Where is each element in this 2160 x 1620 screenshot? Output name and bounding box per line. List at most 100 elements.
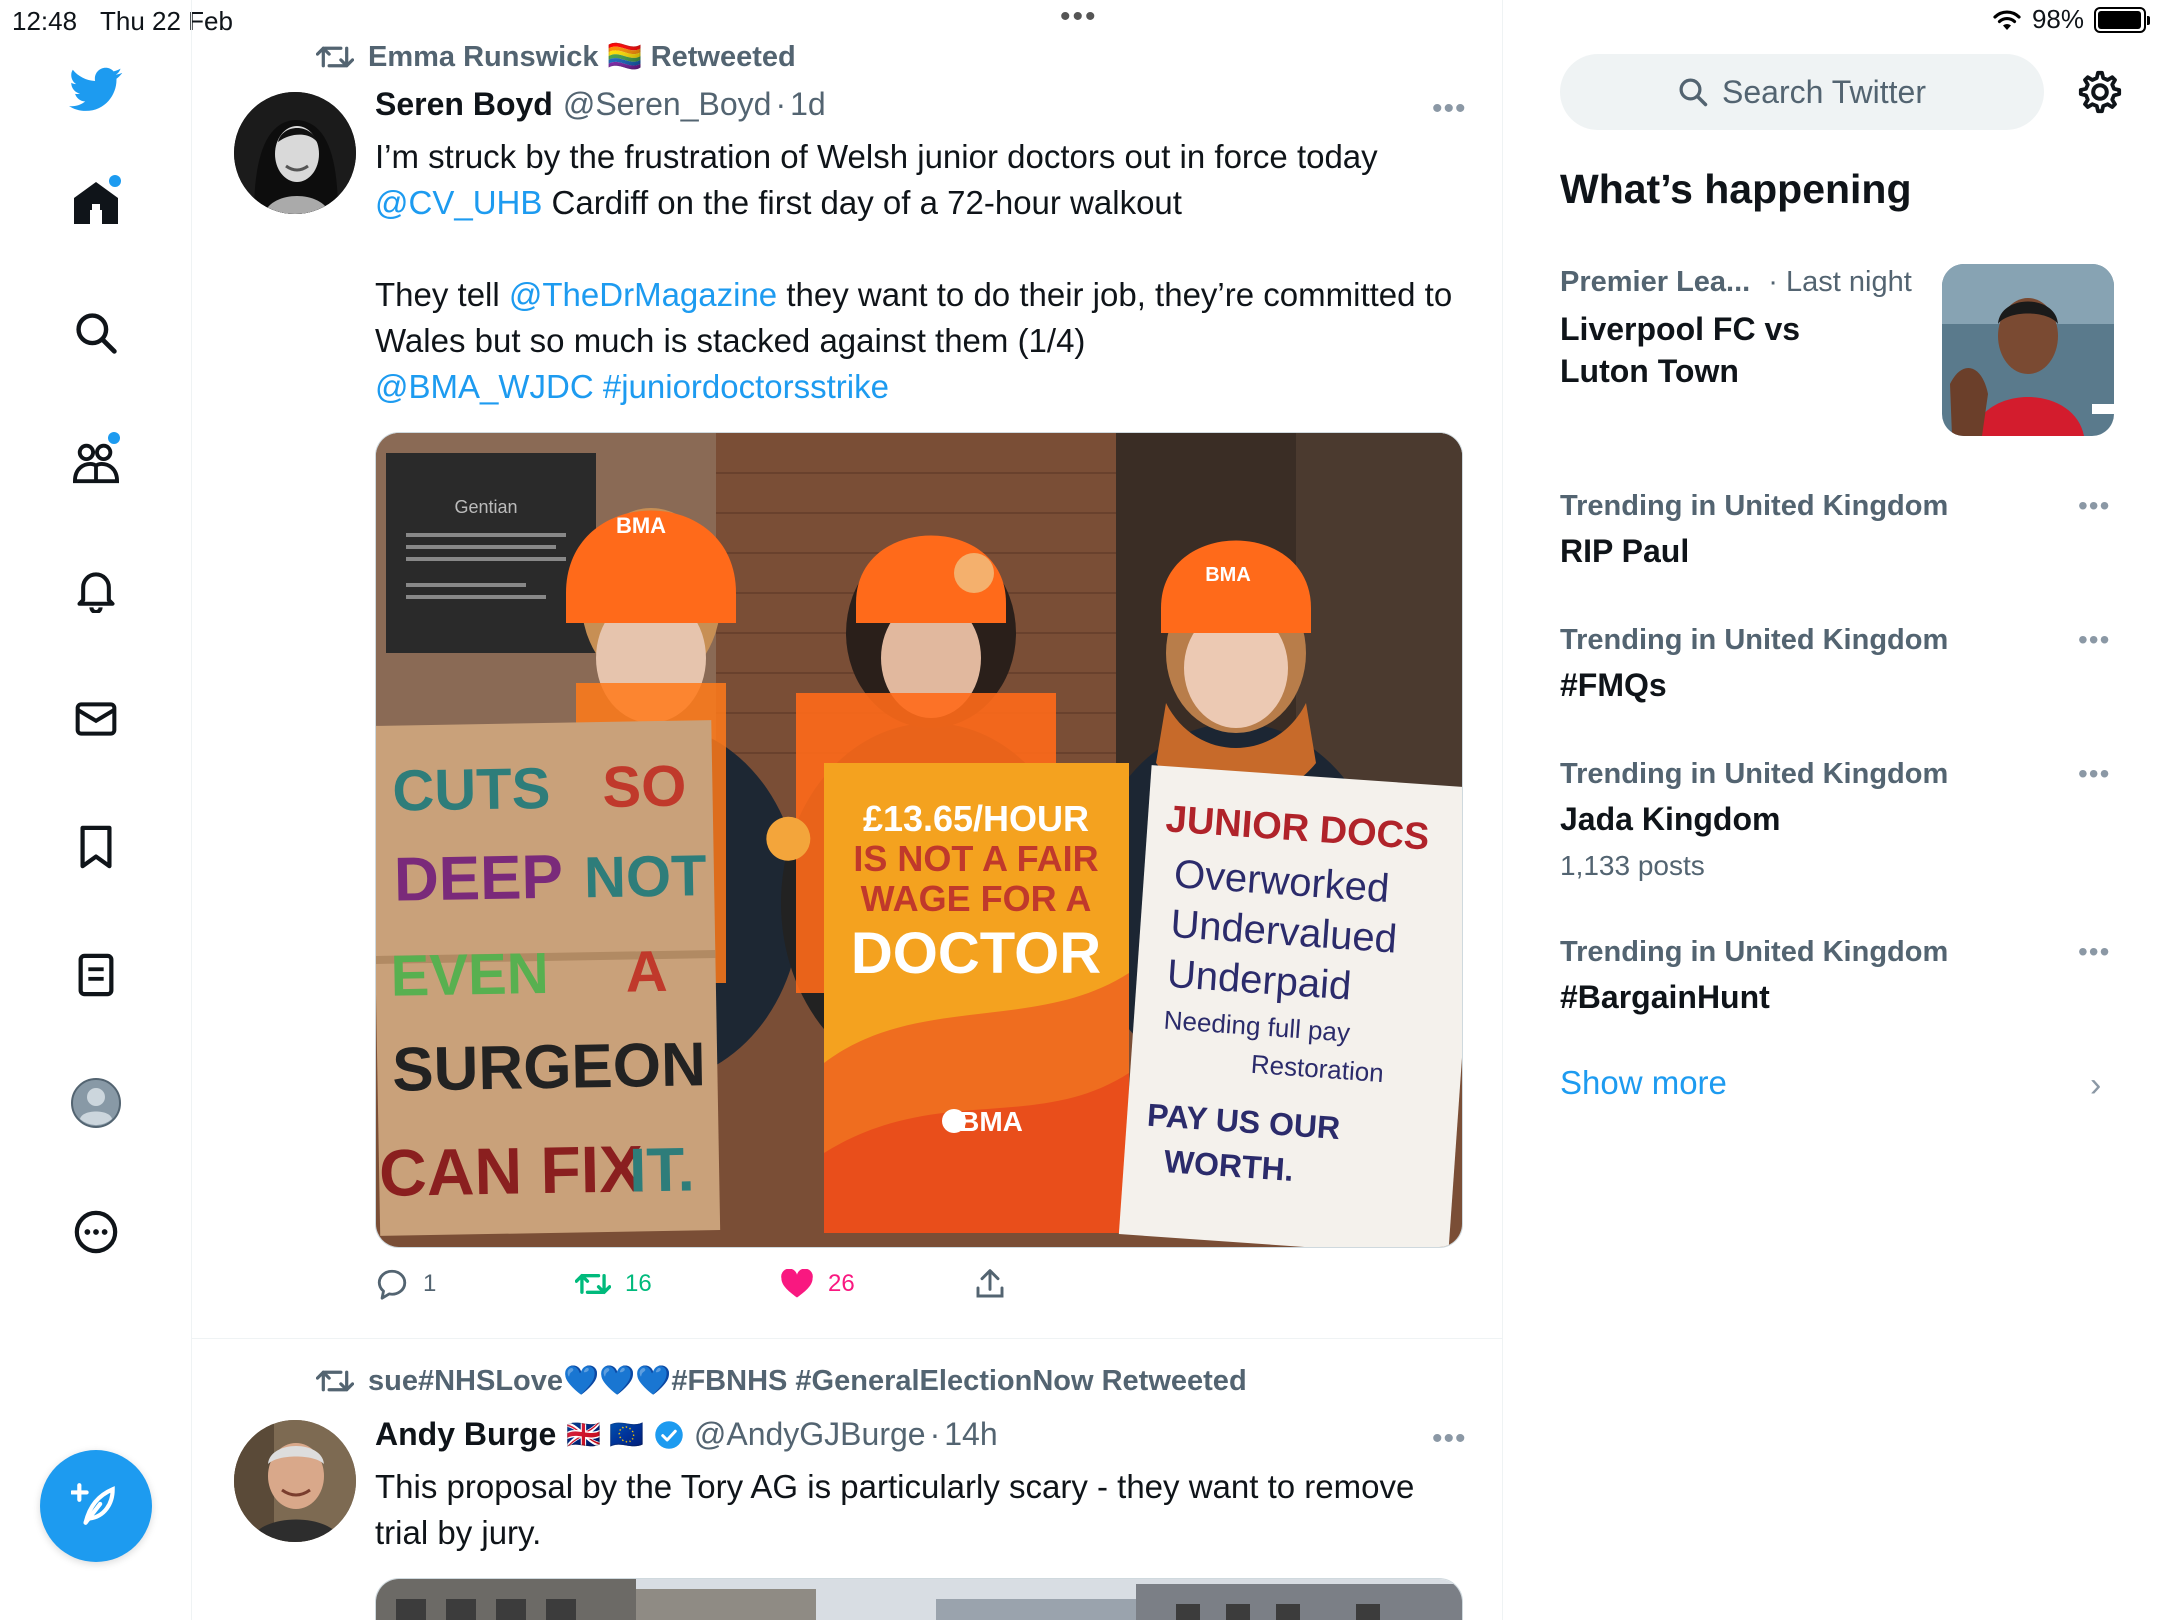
trend-more-button[interactable]: •••	[2078, 758, 2110, 790]
tweet-time[interactable]: 14h	[944, 1416, 997, 1453]
avatar[interactable]	[234, 92, 356, 214]
sign-brand: BMA	[959, 1106, 1023, 1137]
sign-word: CUTS	[392, 756, 551, 824]
tweet-divider	[192, 1338, 1503, 1339]
tweet-photo[interactable]: Gentian BMA BMA CUTS SO DEEP NOT EVEN A …	[375, 432, 1463, 1248]
chevron-right-icon: ›	[2090, 1066, 2102, 1104]
heart-filled-icon	[781, 1269, 813, 1298]
tweet-text-part: Cardiff on the first day of a 72-hour wa…	[542, 184, 1182, 221]
more-circle-icon	[74, 1210, 118, 1254]
author-handle[interactable]: @Seren_Boyd	[563, 86, 772, 123]
hashtag-link[interactable]: #juniordoctorsstrike	[603, 368, 889, 405]
nav-profile[interactable]	[64, 1071, 128, 1135]
show-more-link[interactable]: Show more	[1560, 1064, 1727, 1102]
twitter-logo-icon[interactable]	[64, 58, 128, 122]
search-icon	[76, 313, 117, 354]
communities-icon	[72, 443, 120, 484]
share-button[interactable]	[975, 1268, 1005, 1300]
compose-feather-icon	[71, 1483, 115, 1525]
sign-word: DEEP	[393, 843, 563, 915]
reply-button[interactable]: 1	[375, 1268, 575, 1300]
trend-name: #BargainHunt	[1560, 979, 1770, 1015]
communities-notification-dot	[108, 432, 120, 444]
retweet-icon	[575, 1274, 611, 1294]
retweet-button[interactable]: 16	[575, 1269, 780, 1299]
nav-home[interactable]	[64, 171, 128, 235]
sign-word: SO	[602, 754, 687, 820]
tweet-photo[interactable]	[375, 1578, 1463, 1620]
mention-link[interactable]: @CV_UHB	[375, 184, 542, 221]
trend-category: Trending in United Kingdom	[1560, 758, 1949, 790]
trend-name: RIP Paul	[1560, 533, 1690, 569]
retweet-icon	[316, 46, 354, 68]
nav-bookmarks[interactable]	[64, 815, 128, 879]
sign-line: £13.65/HOUR	[863, 798, 1089, 839]
tweet-more-button[interactable]: •••	[1432, 92, 1467, 126]
author-name[interactable]: Andy Burge	[375, 1416, 556, 1453]
compose-tweet-button[interactable]	[40, 1450, 152, 1562]
sign-word: A	[625, 939, 668, 1005]
author-flags: 🇬🇧 🇪🇺	[566, 1419, 644, 1450]
separator: ·	[775, 86, 787, 122]
trend-name: Jada Kingdom	[1560, 801, 1781, 837]
trend-category: Premier Lea... · Last night	[1560, 266, 1912, 299]
mention-link[interactable]: @TheDrMagazine	[509, 276, 777, 313]
mention-link[interactable]: @BMA_WJDC	[375, 368, 594, 405]
search-placeholder: Search Twitter	[1722, 73, 1926, 110]
whats-happening-title: What’s happening	[1560, 166, 1912, 212]
mail-icon	[75, 702, 117, 736]
settings-button[interactable]	[2076, 68, 2124, 116]
trend-category: Trending in United Kingdom	[1560, 490, 1949, 522]
avatar[interactable]	[234, 1420, 356, 1542]
trend-name: #FMQs	[1560, 667, 1667, 703]
tweet-time[interactable]: 1d	[790, 86, 826, 123]
separator: ·	[929, 1416, 941, 1452]
tweet-text-part: I’m struck by the frustration of Welsh j…	[375, 138, 1378, 175]
like-count: 26	[828, 1270, 855, 1297]
right-sidebar: Search Twitter What’s happening Premier …	[1504, 0, 2160, 1620]
trend-meta: · Last night	[1768, 266, 1912, 298]
hat-text: BMA	[616, 513, 666, 538]
sign-word: CAN FIX	[378, 1131, 643, 1210]
trend-more-button[interactable]: •••	[2078, 936, 2110, 968]
trend-category-label: Premier Lea...	[1560, 266, 1751, 298]
nav-communities[interactable]	[64, 430, 128, 494]
lists-icon	[78, 953, 114, 997]
reply-icon	[377, 1269, 407, 1300]
tweet-text: This proposal by the Tory AG is particul…	[375, 1468, 1415, 1551]
tweet-actions: 1 16 26	[375, 1268, 1005, 1300]
retweet-count: 16	[625, 1270, 652, 1297]
trend-more-button[interactable]: •••	[2078, 490, 2110, 522]
tweet-header: Andy Burge 🇬🇧 🇪🇺 @AndyGJBurge · 14h	[375, 1416, 998, 1453]
tweet[interactable]: Emma Runswick 🏳️‍🌈 Retweeted Seren Boyd …	[192, 0, 1503, 1340]
trend-name: Liverpool FC vs Luton Town	[1560, 311, 1801, 389]
sign-word: EVEN	[390, 941, 549, 1009]
sign-word: NOT	[583, 843, 707, 910]
trend-category: Trending in United Kingdom	[1560, 624, 1949, 656]
verified-badge-icon	[655, 1420, 683, 1449]
bell-icon	[77, 572, 115, 613]
nav-more[interactable]	[64, 1200, 128, 1264]
tweet-more-button[interactable]: •••	[1432, 1422, 1467, 1456]
nav-explore[interactable]	[64, 301, 128, 365]
retweeted-by[interactable]: Emma Runswick 🏳️‍🌈 Retweeted	[368, 40, 796, 74]
author-handle[interactable]: @AndyGJBurge	[694, 1416, 926, 1453]
sign-word: SURGEON	[392, 1030, 707, 1104]
plaque-text: Gentian	[454, 497, 517, 517]
trend-more-button[interactable]: •••	[2078, 624, 2110, 656]
retweeted-by[interactable]: sue#NHSLove💙💙💙#FBNHS #GeneralElectionNow…	[368, 1364, 1247, 1398]
sign-line: DOCTOR	[851, 921, 1101, 986]
nav-notifications[interactable]	[64, 558, 128, 622]
timeline: Emma Runswick 🏳️‍🌈 Retweeted Seren Boyd …	[192, 0, 1503, 1620]
search-input[interactable]: Search Twitter	[1560, 54, 2044, 130]
sign-line: IS NOT A FAIR	[853, 838, 1098, 879]
tweet[interactable]: sue#NHSLove💙💙💙#FBNHS #GeneralElectionNow…	[192, 1340, 1503, 1620]
nav-lists[interactable]	[64, 943, 128, 1007]
hat-text: BMA	[1205, 564, 1251, 586]
trend-thumbnail	[1942, 264, 2114, 436]
author-name[interactable]: Seren Boyd	[375, 86, 553, 123]
trend-category: Trending in United Kingdom	[1560, 936, 1949, 968]
retweet-icon	[316, 1370, 354, 1392]
nav-messages[interactable]	[64, 687, 128, 751]
like-button[interactable]: 26	[780, 1269, 975, 1299]
